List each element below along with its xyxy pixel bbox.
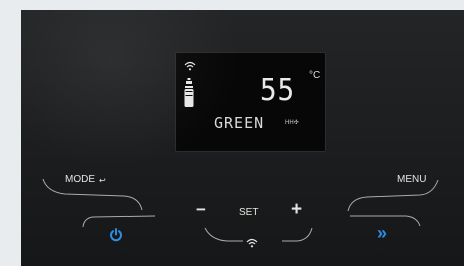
wifi-button-icon xyxy=(246,235,258,253)
temperature-unit: °C xyxy=(309,70,321,81)
mode-indicator-icon: HH✣ xyxy=(285,120,299,126)
tank-level-icon xyxy=(184,78,194,113)
temperature-value: 55 xyxy=(260,73,296,108)
mode-status-text: GREEN xyxy=(214,114,265,132)
lcd-display: 55 °C GREEN HH✣ xyxy=(175,52,326,152)
set-button[interactable]: SET xyxy=(237,206,267,220)
menu-button[interactable]: MENU xyxy=(393,172,439,190)
wifi-icon xyxy=(184,58,196,76)
forward-label: » xyxy=(377,223,388,243)
increase-button[interactable]: + xyxy=(289,199,309,222)
forward-button[interactable]: » xyxy=(375,224,399,244)
set-label: SET xyxy=(239,207,259,218)
minus-label: − xyxy=(196,200,206,219)
decrease-button[interactable]: − xyxy=(194,200,212,221)
wifi-button[interactable] xyxy=(243,232,261,248)
plus-label: + xyxy=(291,199,303,220)
power-icon xyxy=(109,228,123,247)
mode-button[interactable]: MODE ↩ xyxy=(65,172,141,190)
mode-back-icon: ↩ xyxy=(99,176,106,185)
control-panel: 55 °C GREEN HH✣ MODE ↩ MENU − SET + » xyxy=(21,10,464,266)
power-button[interactable] xyxy=(105,224,127,246)
menu-label: MENU xyxy=(397,174,427,185)
mode-label: MODE xyxy=(65,174,95,185)
